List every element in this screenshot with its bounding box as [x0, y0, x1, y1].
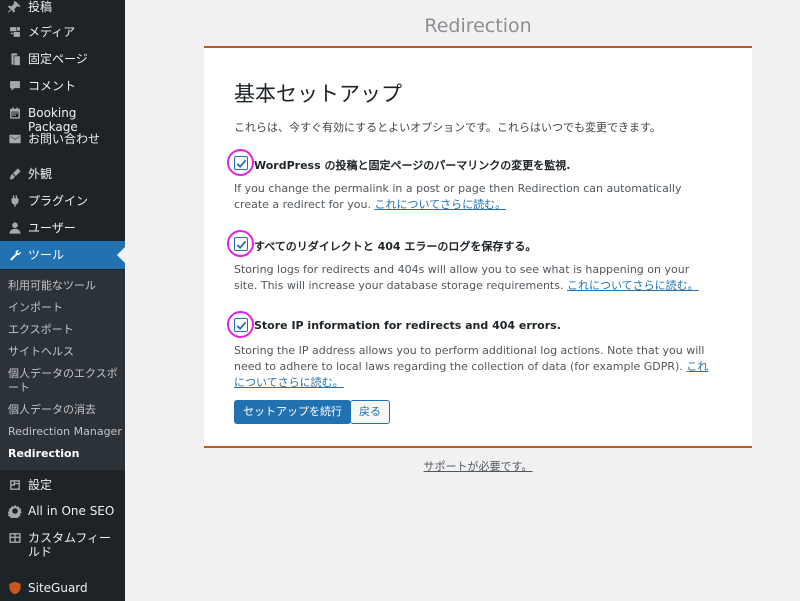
- menu-siteguard-label: SiteGuard: [28, 581, 88, 595]
- submenu-site-health[interactable]: サイトヘルス: [8, 345, 123, 359]
- menu-media[interactable]: メディア: [0, 25, 125, 39]
- store-logs-checkbox[interactable]: [234, 237, 248, 251]
- back-button[interactable]: 戻る: [350, 400, 390, 424]
- checkmark-icon: [236, 321, 247, 331]
- submenu-export-personal-data[interactable]: 個人データのエクスポート: [8, 367, 123, 395]
- menu-appearance[interactable]: 外観: [0, 167, 125, 181]
- checkmark-icon: [236, 240, 247, 250]
- pushpin-icon: [5, 0, 25, 14]
- plugin-icon: [5, 194, 25, 208]
- menu-booking-package[interactable]: Booking Package: [0, 106, 125, 134]
- submenu-redirection[interactable]: Redirection: [8, 447, 123, 461]
- menu-custom-fields[interactable]: カスタムフィールド: [0, 531, 125, 559]
- store-logs-description: Storing logs for redirects and 404s will…: [234, 262, 714, 294]
- page-title: Redirection: [424, 15, 532, 37]
- calendar-icon: [5, 106, 25, 120]
- setup-panel: 基本セットアップ これらは、今すぐ有効にするとよいオプションです。これらはいつで…: [204, 46, 752, 448]
- monitor-permalink-checkbox[interactable]: [234, 156, 248, 170]
- monitor-permalink-read-more-link[interactable]: これについてさらに読む。: [374, 198, 506, 211]
- store-ip-label[interactable]: Store IP information for redirects and 4…: [254, 319, 561, 332]
- menu-posts-label: 投稿: [28, 0, 53, 14]
- setup-title: 基本セットアップ: [234, 82, 402, 106]
- table-icon: [5, 531, 25, 545]
- menu-custom-fields-label: カスタムフィールド: [28, 531, 112, 559]
- menu-tools[interactable]: ツール: [0, 241, 125, 269]
- menu-pages[interactable]: 固定ページ: [0, 52, 125, 66]
- media-icon: [5, 25, 25, 39]
- submenu-redirection-manager[interactable]: Redirection Manager: [8, 425, 123, 439]
- admin-sidebar: 投稿 メディア 固定ページ コメント Booking Package お問い合わ…: [0, 0, 125, 601]
- user-icon: [5, 221, 25, 235]
- submenu-available-tools[interactable]: 利用可能なツール: [8, 279, 123, 293]
- store-logs-read-more-link[interactable]: これについてさらに読む。: [567, 279, 699, 292]
- monitor-permalink-description: If you change the permalink in a post or…: [234, 181, 714, 213]
- store-ip-checkbox[interactable]: [234, 318, 248, 332]
- menu-users[interactable]: ユーザー: [0, 221, 125, 235]
- wrench-icon: [5, 248, 25, 262]
- brush-icon: [5, 167, 25, 181]
- submenu-erase-personal-data[interactable]: 個人データの消去: [8, 403, 123, 417]
- menu-settings[interactable]: 設定: [0, 478, 125, 492]
- submenu-import[interactable]: インポート: [8, 301, 123, 315]
- store-ip-description: Storing the IP address allows you to per…: [234, 343, 714, 391]
- comment-icon: [5, 79, 25, 93]
- menu-pages-label: 固定ページ: [28, 52, 88, 66]
- store-logs-label[interactable]: すべてのリダイレクトと 404 エラーのログを保存する。: [254, 238, 536, 254]
- menu-comments-label: コメント: [28, 79, 77, 93]
- menu-users-label: ユーザー: [28, 221, 76, 235]
- menu-comments[interactable]: コメント: [0, 79, 125, 93]
- tools-submenu: 利用可能なツール インポート エクスポート サイトヘルス 個人データのエクスポー…: [0, 270, 125, 470]
- menu-all-in-one-seo[interactable]: All in One SEO: [0, 504, 125, 518]
- page-icon: [5, 52, 25, 66]
- menu-posts[interactable]: 投稿: [0, 0, 125, 14]
- menu-plugins-label: プラグイン: [28, 194, 89, 208]
- menu-contact[interactable]: お問い合わせ: [0, 132, 125, 146]
- checkmark-icon: [236, 159, 247, 169]
- settings-icon: [5, 478, 25, 492]
- seo-icon: [5, 504, 25, 518]
- continue-setup-button[interactable]: セットアップを続行: [234, 400, 351, 424]
- monitor-permalink-label[interactable]: WordPress の投稿と固定ページのパーマリンクの変更を監視.: [254, 157, 570, 173]
- menu-plugins[interactable]: プラグイン: [0, 194, 125, 208]
- setup-description: これらは、今すぐ有効にするとよいオプションです。これらはいつでも変更できます。: [234, 121, 661, 134]
- menu-settings-label: 設定: [28, 478, 53, 492]
- menu-all-in-one-seo-label: All in One SEO: [28, 504, 115, 518]
- mail-icon: [5, 132, 25, 146]
- shield-icon: [5, 581, 25, 595]
- submenu-export[interactable]: エクスポート: [8, 323, 123, 337]
- menu-booking-package-label: Booking Package: [28, 106, 78, 134]
- menu-contact-label: お問い合わせ: [28, 132, 101, 146]
- store-ip-desc-text: Storing the IP address allows you to per…: [234, 344, 705, 373]
- menu-siteguard[interactable]: SiteGuard: [0, 581, 125, 595]
- menu-media-label: メディア: [28, 25, 76, 39]
- support-link[interactable]: サポートが必要です。: [204, 458, 752, 474]
- menu-tools-label: ツール: [28, 248, 65, 262]
- menu-appearance-label: 外観: [28, 167, 53, 181]
